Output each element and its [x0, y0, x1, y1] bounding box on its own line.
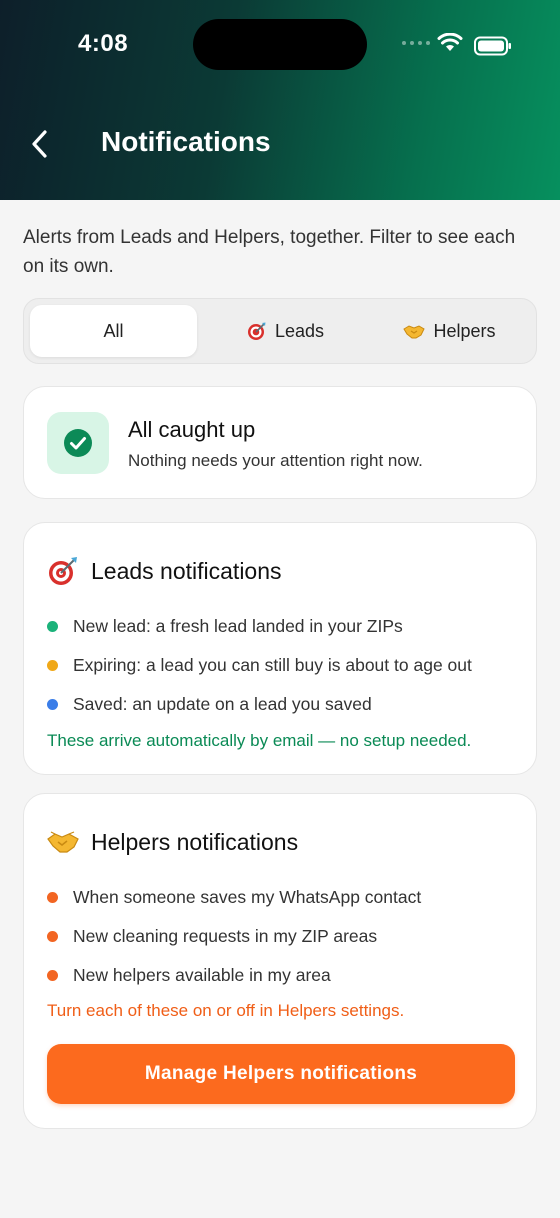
chevron-left-icon	[32, 130, 47, 158]
status-dot	[47, 699, 58, 710]
tab-leads[interactable]: Leads	[202, 305, 369, 357]
check-badge	[47, 412, 109, 474]
handshake-icon	[403, 325, 426, 339]
helpers-card-header: Helpers notifications	[47, 826, 298, 858]
status-time: 4:08	[78, 30, 129, 57]
list-item-text: New lead: a fresh lead landed in your ZI…	[73, 616, 403, 636]
list-item-text: New helpers available in my area	[73, 965, 331, 985]
leads-list: New lead: a fresh lead landed in your ZI…	[47, 607, 527, 724]
leads-card-header: Leads notifications	[47, 555, 282, 587]
app-header: 4:08 Notifications	[0, 0, 560, 200]
check-circle-icon	[64, 429, 92, 457]
list-item-text: New cleaning requests in my ZIP areas	[73, 926, 378, 946]
leads-card-title: Leads notifications	[91, 557, 282, 584]
wifi-icon	[437, 32, 463, 58]
status-dot	[47, 931, 58, 942]
status-dot	[47, 621, 58, 632]
list-item-text: Expiring: a lead you can still buy is ab…	[73, 655, 472, 675]
caught-up-subtitle: Nothing needs your attention right now.	[128, 451, 423, 470]
target-icon	[247, 322, 266, 340]
helpers-notifications-card: Helpers notifications When someone saves…	[23, 793, 537, 1129]
list-item-text: When someone saves my WhatsApp contact	[73, 887, 422, 907]
helpers-list: When someone saves my WhatsApp contact N…	[47, 878, 527, 995]
target-icon	[47, 555, 79, 587]
leads-note: These arrive automatically by email — no…	[47, 731, 472, 750]
intro-text: Alerts from Leads and Helpers, together.…	[23, 227, 516, 277]
tab-helpers-label: Helpers	[433, 320, 496, 341]
tab-all[interactable]: All	[30, 305, 197, 357]
leads-notifications-card: Leads notifications New lead: a fresh le…	[23, 522, 537, 775]
list-item: New cleaning requests in my ZIP areas	[47, 917, 527, 956]
manage-helpers-notifications-button[interactable]: Manage Helpers notifications	[47, 1044, 515, 1104]
helpers-card-title: Helpers notifications	[91, 828, 299, 855]
battery-icon	[474, 36, 512, 61]
tab-leads-label: Leads	[274, 320, 325, 341]
back-button[interactable]	[22, 124, 58, 164]
helpers-note: Turn each of these on or off in Helpers …	[47, 1001, 405, 1020]
handshake-icon	[47, 826, 79, 858]
page-title: Notifications	[101, 126, 271, 157]
status-dot	[47, 660, 58, 671]
caught-up-title: All caught up	[128, 417, 256, 442]
list-item: Expiring: a lead you can still buy is ab…	[47, 646, 527, 685]
dynamic-island	[193, 19, 367, 70]
all-caught-up-card: All caught up Nothing needs your attenti…	[23, 386, 537, 499]
signal-icon	[402, 41, 430, 45]
filter-tabs: All Leads Helpers	[23, 298, 537, 364]
tab-helpers[interactable]: Helpers	[366, 305, 533, 357]
list-item: New lead: a fresh lead landed in your ZI…	[47, 607, 527, 646]
list-item: When someone saves my WhatsApp contact	[47, 878, 527, 917]
list-item: Saved: an update on a lead you saved	[47, 685, 527, 724]
tab-all-label: All	[103, 320, 124, 341]
list-item-text: Saved: an update on a lead you saved	[73, 694, 372, 714]
list-item: New helpers available in my area	[47, 956, 527, 995]
status-dot	[47, 892, 58, 903]
status-dot	[47, 970, 58, 981]
